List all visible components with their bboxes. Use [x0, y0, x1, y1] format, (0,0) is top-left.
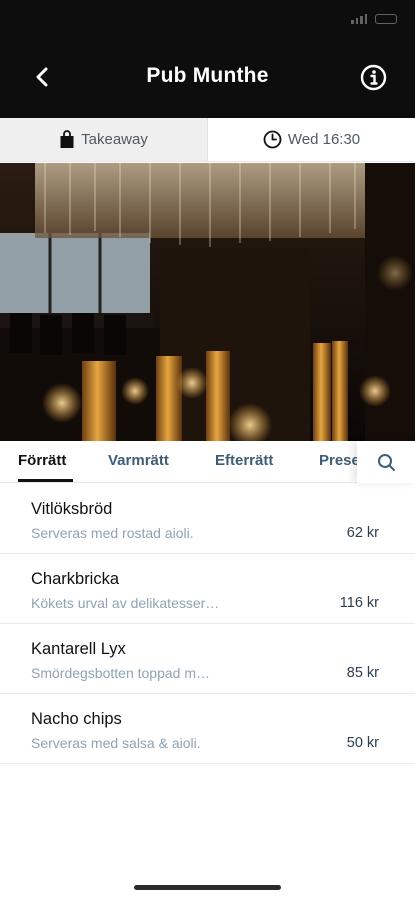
tab-efterratt[interactable]: Efterrätt — [215, 452, 273, 469]
pickup-time-label: Wed 16:30 — [287, 131, 361, 148]
shopping-bag-icon — [60, 130, 74, 148]
search-icon — [377, 453, 395, 471]
clock-icon — [263, 130, 282, 149]
menu-item-price: 50 kr — [346, 735, 379, 751]
menu-item[interactable]: Vitlöksbröd Serveras med rostad aioli. 6… — [0, 484, 415, 554]
takeaway-label: Takeaway — [81, 131, 148, 148]
menu-list: Vitlöksbröd Serveras med rostad aioli. 6… — [0, 484, 415, 764]
app-header: Pub Munthe — [0, 0, 415, 118]
info-button[interactable] — [360, 64, 387, 91]
menu-item-description: Smördegsbotten toppad m… — [31, 665, 210, 681]
tab-presentkort[interactable]: Prese — [319, 452, 360, 469]
active-tab-indicator — [18, 479, 73, 482]
order-options-bar: Takeaway Wed 16:30 — [0, 118, 415, 162]
tab-varmratt[interactable]: Varmrätt — [108, 452, 169, 469]
pickup-time-option[interactable]: Wed 16:30 — [208, 118, 415, 161]
restaurant-hero-image — [0, 163, 415, 441]
menu-item-price: 116 kr — [339, 595, 379, 611]
info-icon — [360, 64, 387, 91]
battery-icon — [375, 14, 397, 24]
menu-item[interactable]: Nacho chips Serveras med salsa & aioli. … — [0, 694, 415, 764]
menu-item-name: Kantarell Lyx — [31, 640, 126, 658]
menu-item-description: Serveras med rostad aioli. — [31, 525, 194, 541]
status-bar-icons — [351, 14, 397, 24]
menu-item[interactable]: Kantarell Lyx Smördegsbotten toppad m… 8… — [0, 624, 415, 694]
tab-forratt[interactable]: Förrätt — [18, 452, 66, 469]
menu-item-price: 85 kr — [346, 665, 379, 681]
category-tabs: Förrätt Varmrätt Efterrätt Prese — [0, 441, 415, 483]
page-title: Pub Munthe — [146, 64, 269, 87]
menu-item-description: Serveras med salsa & aioli. — [31, 735, 201, 751]
menu-item-name: Charkbricka — [31, 570, 120, 588]
menu-item-price: 62 kr — [346, 525, 379, 541]
menu-item-name: Nacho chips — [31, 710, 122, 728]
signal-icon — [351, 14, 367, 24]
menu-item-name: Vitlöksbröd — [31, 500, 113, 518]
home-indicator[interactable] — [134, 885, 281, 890]
search-button[interactable] — [357, 441, 415, 483]
menu-item-description: Kökets urval av delikatesser… — [31, 595, 220, 611]
menu-item[interactable]: Charkbricka Kökets urval av delikatesser… — [0, 554, 415, 624]
takeaway-option[interactable]: Takeaway — [0, 118, 208, 161]
